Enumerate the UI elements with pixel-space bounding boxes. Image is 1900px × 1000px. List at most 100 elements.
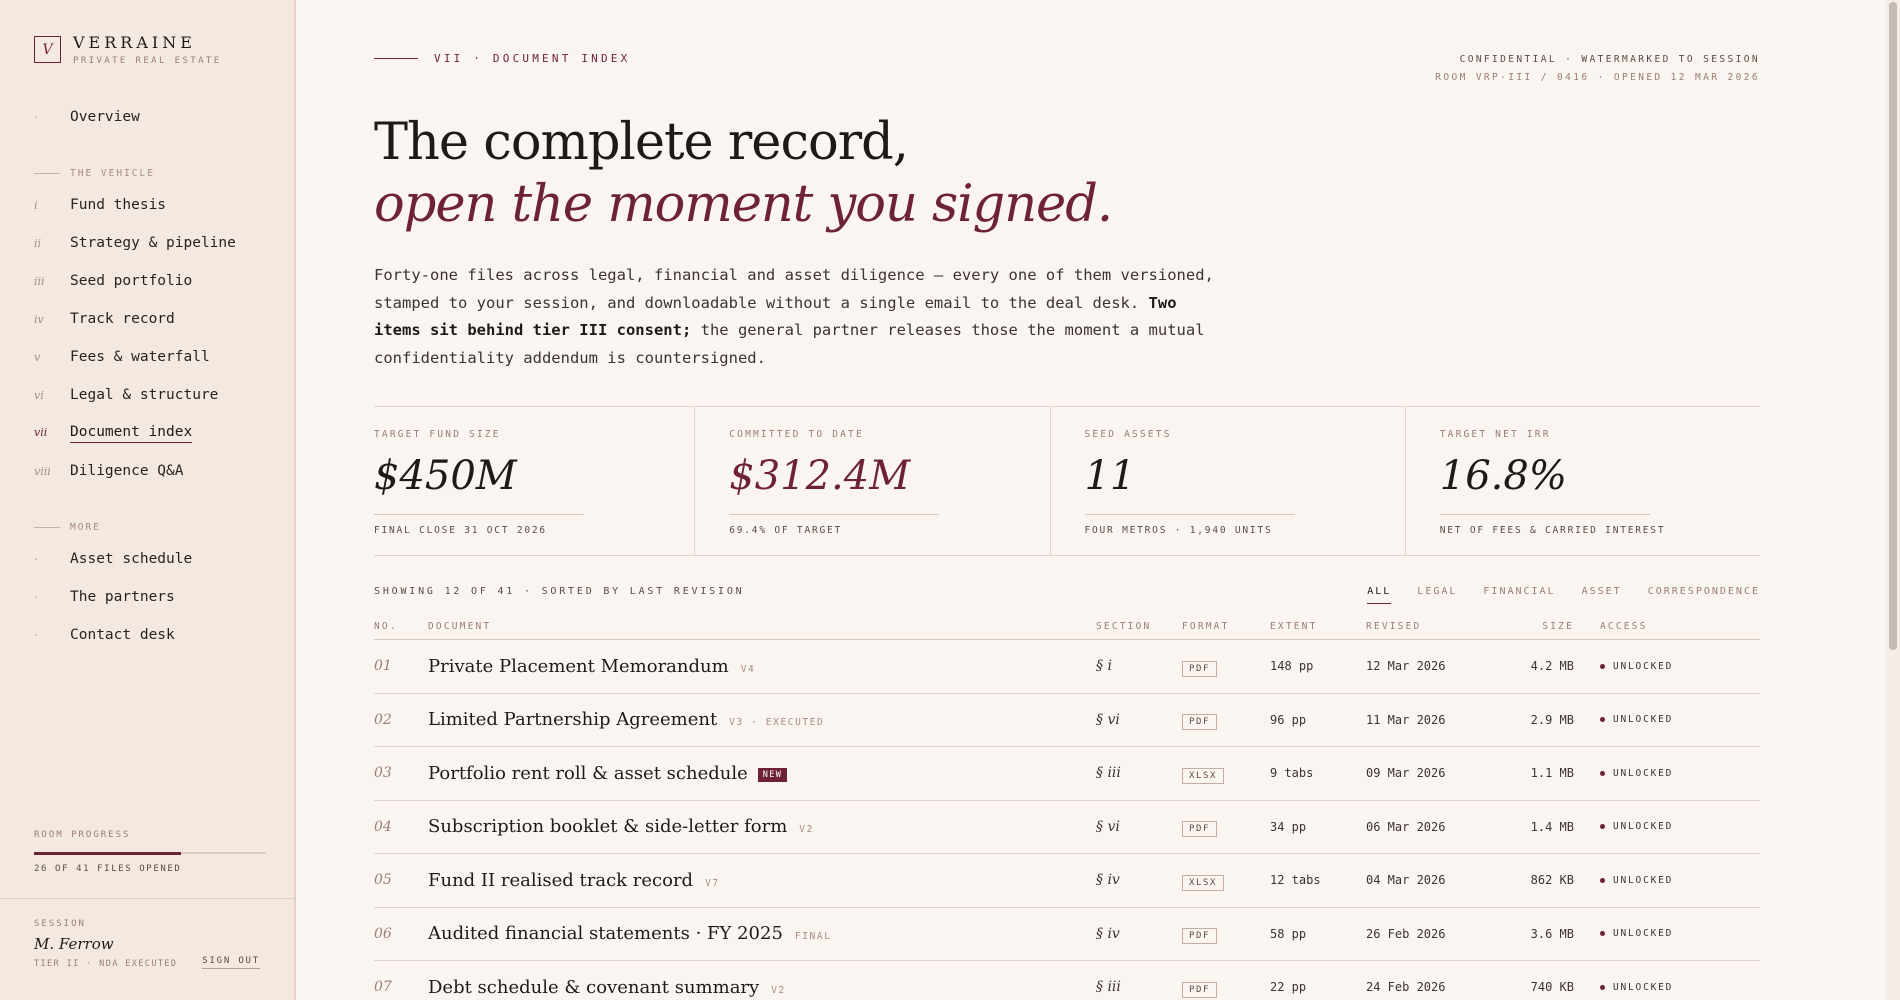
version-tag: V4 (740, 663, 756, 675)
column-header-document[interactable]: DOCUMENT (428, 621, 1096, 632)
sidebar-item-asset-schedule[interactable]: · Asset schedule (34, 546, 274, 584)
status-dot-icon (1600, 663, 1605, 669)
row-number: 06 (374, 925, 392, 942)
table-row[interactable]: 01 Private Placement Memorandum V4 § i PD… (374, 640, 1760, 694)
fund-stats: TARGET FUND SIZE $450M FINAL CLOSE 31 OC… (374, 406, 1760, 556)
table-row[interactable]: 05 Fund II realised track record V7 § iv … (374, 854, 1760, 908)
table-row[interactable]: 04 Subscription booklet & side-letter fo… (374, 801, 1760, 854)
document-table: NO. DOCUMENT SECTION FORMAT EXTENT REVIS… (374, 614, 1760, 1000)
document-extent: 96 pp (1270, 712, 1307, 727)
format-badge: PDF (1182, 660, 1218, 677)
sidebar-item-label: Diligence Q&A (70, 463, 184, 479)
brand-name: VERRAINE (73, 33, 196, 52)
sidebar-item-strategy-pipeline[interactable]: ii Strategy & pipeline (34, 230, 274, 268)
document-extent: 58 pp (1270, 926, 1307, 941)
document-title[interactable]: Audited financial statements · FY 2025 (428, 923, 783, 944)
section-ref: § i (1096, 658, 1112, 675)
page-title-line-1: The complete record, (374, 113, 909, 172)
sidebar-item-label: Seed portfolio (70, 273, 193, 289)
column-header-revised[interactable]: REVISED (1366, 621, 1486, 632)
main-content: VII · DOCUMENT INDEX CONFIDENTIAL · WATE… (374, 0, 1760, 1000)
column-header-access[interactable]: ACCESS (1574, 621, 1754, 632)
filter-tab-all[interactable]: ALL (1367, 586, 1392, 604)
sidebar-item-the-partners[interactable]: · The partners (34, 584, 274, 622)
version-tag: V2 (799, 824, 814, 836)
column-header-size[interactable]: SIZE (1486, 621, 1574, 632)
status-dot-icon (1600, 931, 1605, 937)
sidebar-item-contact-desk[interactable]: · Contact desk (34, 622, 274, 660)
format-badge: XLSX (1182, 767, 1225, 784)
filter-tab-asset[interactable]: ASSET (1582, 586, 1622, 604)
bullet-icon: · (34, 629, 38, 642)
document-title[interactable]: Subscription booklet & side-letter form (428, 816, 787, 837)
filter-tab-legal[interactable]: LEGAL (1417, 586, 1457, 604)
sidebar-item-document-index[interactable]: vii Document index (34, 420, 274, 458)
access-status: UNLOCKED (1600, 768, 1754, 779)
sidebar-item-legal-structure[interactable]: vi Legal & structure (34, 382, 274, 420)
sidebar-item-label: Overview (70, 109, 140, 125)
document-title[interactable]: Debt schedule & covenant summary (428, 977, 759, 998)
brand-logo-mark: V (34, 36, 61, 63)
section-ref: § iii (1096, 979, 1121, 996)
column-header-format[interactable]: FORMAT (1182, 621, 1270, 632)
session-panel: SESSION M. Ferrow TIER II · NDA EXECUTED… (0, 898, 294, 1000)
sidebar-item-overview[interactable]: · Overview (34, 104, 274, 142)
access-label: UNLOCKED (1613, 981, 1674, 993)
document-title[interactable]: Limited Partnership Agreement (428, 709, 717, 730)
filter-tab-financial[interactable]: FINANCIAL (1483, 586, 1555, 604)
scrollbar-thumb[interactable] (1889, 2, 1897, 650)
room-progress: ROOM PROGRESS 26 OF 41 FILES OPENED (34, 830, 266, 874)
stat-label: TARGET FUND SIZE (374, 429, 501, 440)
file-size: 1.4 MB (1530, 819, 1574, 834)
access-label: UNLOCKED (1613, 767, 1674, 779)
stat-committed-to-date: COMMITTED TO DATE $312.4M 69.4% OF TARGE… (694, 407, 1049, 555)
bullet-icon: · (34, 111, 38, 124)
sidebar-item-fund-thesis[interactable]: i Fund thesis (34, 192, 274, 230)
sidebar-item-track-record[interactable]: iv Track record (34, 306, 274, 344)
room-progress-count: 26 OF 41 FILES OPENED (34, 864, 182, 874)
confidentiality-notice: CONFIDENTIAL · WATERMARKED TO SESSION RO… (1435, 54, 1760, 83)
sidebar-item-label: Strategy & pipeline (70, 235, 236, 251)
page-title-line-2: open the moment you signed. (374, 175, 1113, 234)
nav-section-title: THE VEHICLE (70, 167, 155, 179)
document-title[interactable]: Portfolio rent roll & asset schedule (428, 763, 748, 784)
document-title[interactable]: Fund II realised track record (428, 870, 693, 891)
nav-section-more: MORE (34, 516, 274, 538)
sidebar-item-label: Contact desk (70, 627, 175, 643)
bullet-icon: · (34, 591, 38, 604)
sidebar-item-diligence-qa[interactable]: viii Diligence Q&A (34, 458, 274, 496)
document-extent: 34 pp (1270, 819, 1307, 834)
sidebar-item-seed-portfolio[interactable]: iii Seed portfolio (34, 268, 274, 306)
filter-tab-correspondence[interactable]: CORRESPONDENCE (1648, 586, 1760, 604)
room-id-label: ROOM VRP-III / 0416 · OPENED 12 MAR 2026 (1435, 72, 1760, 83)
file-size: 740 KB (1530, 980, 1574, 995)
sidebar-item-fees-waterfall[interactable]: v Fees & waterfall (34, 344, 274, 382)
row-number: 02 (374, 711, 392, 728)
access-status: UNLOCKED (1600, 714, 1754, 725)
sidebar-item-number: ii (34, 237, 42, 250)
version-tag: V2 (771, 984, 786, 996)
stat-footnote: FINAL CLOSE 31 OCT 2026 (374, 525, 547, 536)
table-row[interactable]: 03 Portfolio rent roll & asset schedule N… (374, 747, 1760, 801)
stat-label: TARGET NET IRR (1439, 429, 1551, 440)
sidebar-item-number: viii (34, 465, 51, 478)
access-status: UNLOCKED (1600, 875, 1754, 886)
access-label: UNLOCKED (1613, 714, 1674, 726)
page-scrollbar[interactable] (1886, 0, 1900, 1000)
sidebar-item-number: i (34, 199, 38, 212)
table-row[interactable]: 07 Debt schedule & covenant summary V2 § … (374, 961, 1760, 1000)
table-row[interactable]: 06 Audited financial statements · FY 202… (374, 908, 1760, 961)
document-title[interactable]: Private Placement Memorandum (428, 656, 729, 677)
brand[interactable]: V VERRAINE PRIVATE REAL ESTATE (34, 34, 222, 66)
column-header-no[interactable]: NO. (374, 621, 428, 632)
file-size: 862 KB (1530, 873, 1574, 888)
sign-out-button[interactable]: SIGN OUT (202, 956, 260, 969)
column-header-section[interactable]: SECTION (1096, 621, 1182, 632)
section-ref: § vi (1096, 711, 1120, 728)
table-row[interactable]: 02 Limited Partnership Agreement V3 · EXE… (374, 694, 1760, 747)
column-header-extent[interactable]: EXTENT (1270, 621, 1366, 632)
file-size: 2.9 MB (1530, 712, 1574, 727)
sidebar-item-label: Track record (70, 311, 175, 327)
row-number: 04 (374, 818, 392, 835)
revised-date: 24 Feb 2026 (1366, 980, 1446, 995)
